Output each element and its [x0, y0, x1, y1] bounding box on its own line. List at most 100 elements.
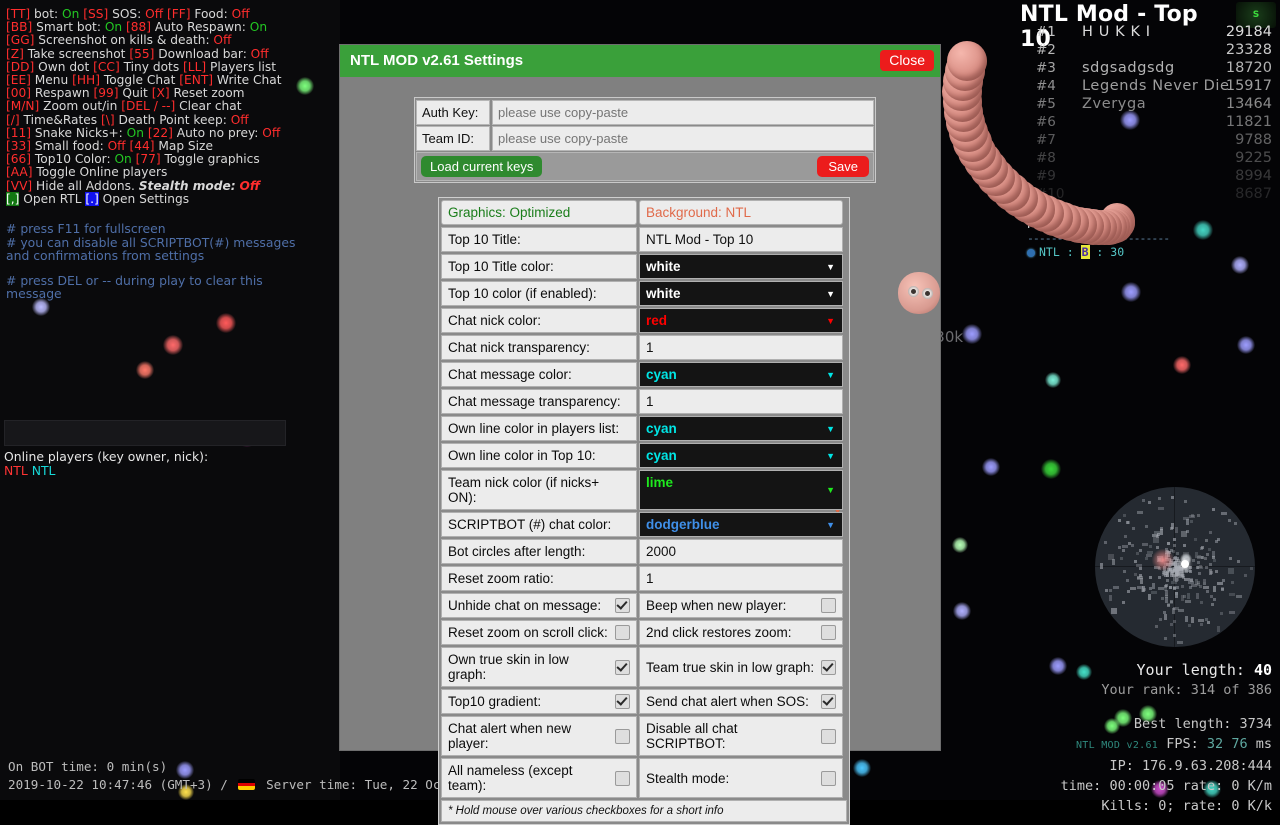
ping-unit: ms [1255, 736, 1272, 752]
settings-checkbox-cell[interactable]: Stealth mode: [639, 758, 843, 798]
settings-select[interactable]: cyan ▼ [639, 416, 843, 441]
auth-key-input[interactable] [492, 100, 874, 125]
minimap-dot [1111, 608, 1118, 615]
checkbox-icon[interactable] [615, 770, 630, 786]
settings-checkbox-cell[interactable]: Beep when new player: [639, 593, 843, 618]
minimap-dot [1144, 557, 1148, 561]
settings-checkbox-cell[interactable]: Disable all chat SCRIPTBOT: [639, 716, 843, 756]
settings-table: Graphics: Optimized ▼ Background: NTL ▼ … [438, 197, 850, 825]
settings-checkbox-cell[interactable]: Reset zoom on scroll click: [441, 620, 637, 645]
top10-row: #2 23328 [1020, 42, 1278, 60]
settings-select[interactable]: cyan ▼ [639, 362, 843, 387]
minimap-dot [1202, 579, 1206, 582]
settings-checkbox-cell[interactable]: Top10 gradient: [441, 689, 637, 714]
hud-token: Toggle Online players [32, 165, 168, 180]
checkbox-icon[interactable] [821, 694, 836, 709]
minimap-dot [1193, 537, 1197, 541]
settings-checkbox-row: Chat alert when new player: Disable all c… [441, 716, 847, 756]
settings-label: Top 10 color (if enabled): [441, 281, 637, 306]
minimap-dot [1181, 585, 1184, 588]
team-id-input[interactable] [492, 126, 874, 151]
close-button[interactable]: Close [880, 50, 934, 71]
checkbox-icon[interactable] [615, 659, 630, 675]
settings-select[interactable]: red ▼ [639, 308, 843, 333]
hud-token: Reset zoom [169, 86, 245, 101]
settings-checkbox-cell[interactable]: All nameless (except team): [441, 758, 637, 798]
settings-checkbox-cell[interactable]: Team true skin in low graph: [639, 647, 843, 687]
settings-value: cyan [646, 448, 677, 463]
minimap-dot [1158, 575, 1161, 579]
hud-token: [/] [6, 112, 20, 127]
minimap-dot [1170, 495, 1174, 499]
top10-score: 9225 [1235, 150, 1272, 166]
players-list-key: NTL [1039, 245, 1060, 259]
minimap-dot [1217, 626, 1221, 632]
save-button[interactable]: Save [817, 156, 869, 177]
settings-label: Own line color in players list: [441, 416, 637, 441]
hud-token: Hide all Addons. [32, 178, 139, 193]
minimap-dot [1113, 586, 1120, 590]
minimap-dot [1139, 567, 1142, 570]
hud-token: bot: [30, 7, 63, 21]
local-time: 2019-10-22 10:47:46 (GMT+3) / [8, 777, 228, 792]
top10-rank: #7 [1036, 132, 1056, 148]
minimap-hotspot [1151, 549, 1175, 571]
settings-checkbox-label: Unhide chat on message: [448, 598, 602, 613]
settings-select[interactable]: cyan ▼ [639, 443, 843, 468]
settings-select[interactable]: white ▼ [639, 281, 843, 306]
settings-select[interactable]: lime ▼ [639, 470, 843, 510]
settings-text-input[interactable]: 1 [639, 389, 843, 414]
fps-row: NTL MOD v2.61 FPS: 32 76 ms [972, 734, 1272, 756]
hud-token: Zoom out/in [39, 99, 122, 114]
players-list-colon-2: : [1089, 245, 1111, 259]
settings-checkbox-cell[interactable]: Own true skin in low graph: [441, 647, 637, 687]
settings-select[interactable]: dodgerblue ▼ [639, 512, 843, 537]
checkbox-icon[interactable] [615, 625, 630, 640]
settings-checkbox-rows: Unhide chat on message: Beep when new pla… [441, 593, 847, 798]
minimap-dot [1122, 513, 1126, 517]
hud-token: Toggle graphics [160, 152, 260, 167]
hud-token: [ENT] [179, 73, 214, 88]
minimap-radar[interactable] [1095, 487, 1255, 647]
online-players-row: NTL NTL [4, 463, 208, 478]
load-current-keys-button[interactable]: Load current keys [421, 156, 543, 177]
checkbox-icon[interactable] [821, 625, 836, 640]
settings-checkbox-label: 2nd click restores zoom: [646, 625, 792, 640]
graphics-select[interactable]: Graphics: Optimized ▼ [441, 200, 842, 515]
minimap-dot [1164, 596, 1168, 603]
checkbox-icon[interactable] [615, 598, 630, 613]
settings-select[interactable]: white ▼ [639, 254, 843, 279]
minimap-dot [1163, 637, 1167, 640]
settings-checkbox-cell[interactable]: Unhide chat on message: [441, 593, 637, 618]
hud-note-line: message [6, 286, 62, 302]
checkbox-icon[interactable] [615, 728, 630, 744]
checkbox-icon[interactable] [821, 659, 836, 675]
checkbox-icon[interactable] [821, 770, 836, 786]
checkbox-icon[interactable] [615, 694, 630, 709]
background-select[interactable]: Background: NTL ▼ [639, 200, 843, 515]
settings-text-input[interactable]: 1 [639, 335, 843, 360]
settings-value: red [646, 313, 668, 328]
chat-input-box[interactable] [4, 420, 286, 446]
minimap-dot [1189, 514, 1196, 518]
settings-checkbox-cell[interactable]: Chat alert when new player: [441, 716, 637, 756]
minimap-dot [1177, 609, 1184, 613]
hud-token: Off [231, 7, 250, 21]
settings-text-input[interactable]: 1 [639, 566, 843, 591]
minimap-dot [1181, 530, 1188, 537]
settings-dialog: NTL MOD v2.61 Settings Close Auth Key: T… [340, 45, 940, 825]
germany-flag-icon [238, 779, 256, 790]
minimap-self-marker [1181, 560, 1189, 568]
settings-text-input[interactable]: NTL Mod - Top 10 [639, 227, 843, 252]
settings-checkbox-cell[interactable]: 2nd click restores zoom: [639, 620, 843, 645]
checkbox-icon[interactable] [821, 598, 836, 613]
hud-token: Top10 Color: [31, 152, 115, 167]
hud-note-line: # press F11 for fullscreen [6, 221, 166, 236]
settings-row: Reset zoom ratio: 1 [441, 566, 847, 591]
minimap-dot [1104, 540, 1107, 544]
minimap-dot [1195, 592, 1199, 599]
checkbox-icon[interactable] [821, 728, 836, 744]
settings-text-input[interactable]: 2000 [639, 539, 843, 564]
dialog-titlebar[interactable]: NTL MOD v2.61 Settings Close [340, 45, 940, 77]
settings-checkbox-cell[interactable]: Send chat alert when SOS: [639, 689, 843, 714]
